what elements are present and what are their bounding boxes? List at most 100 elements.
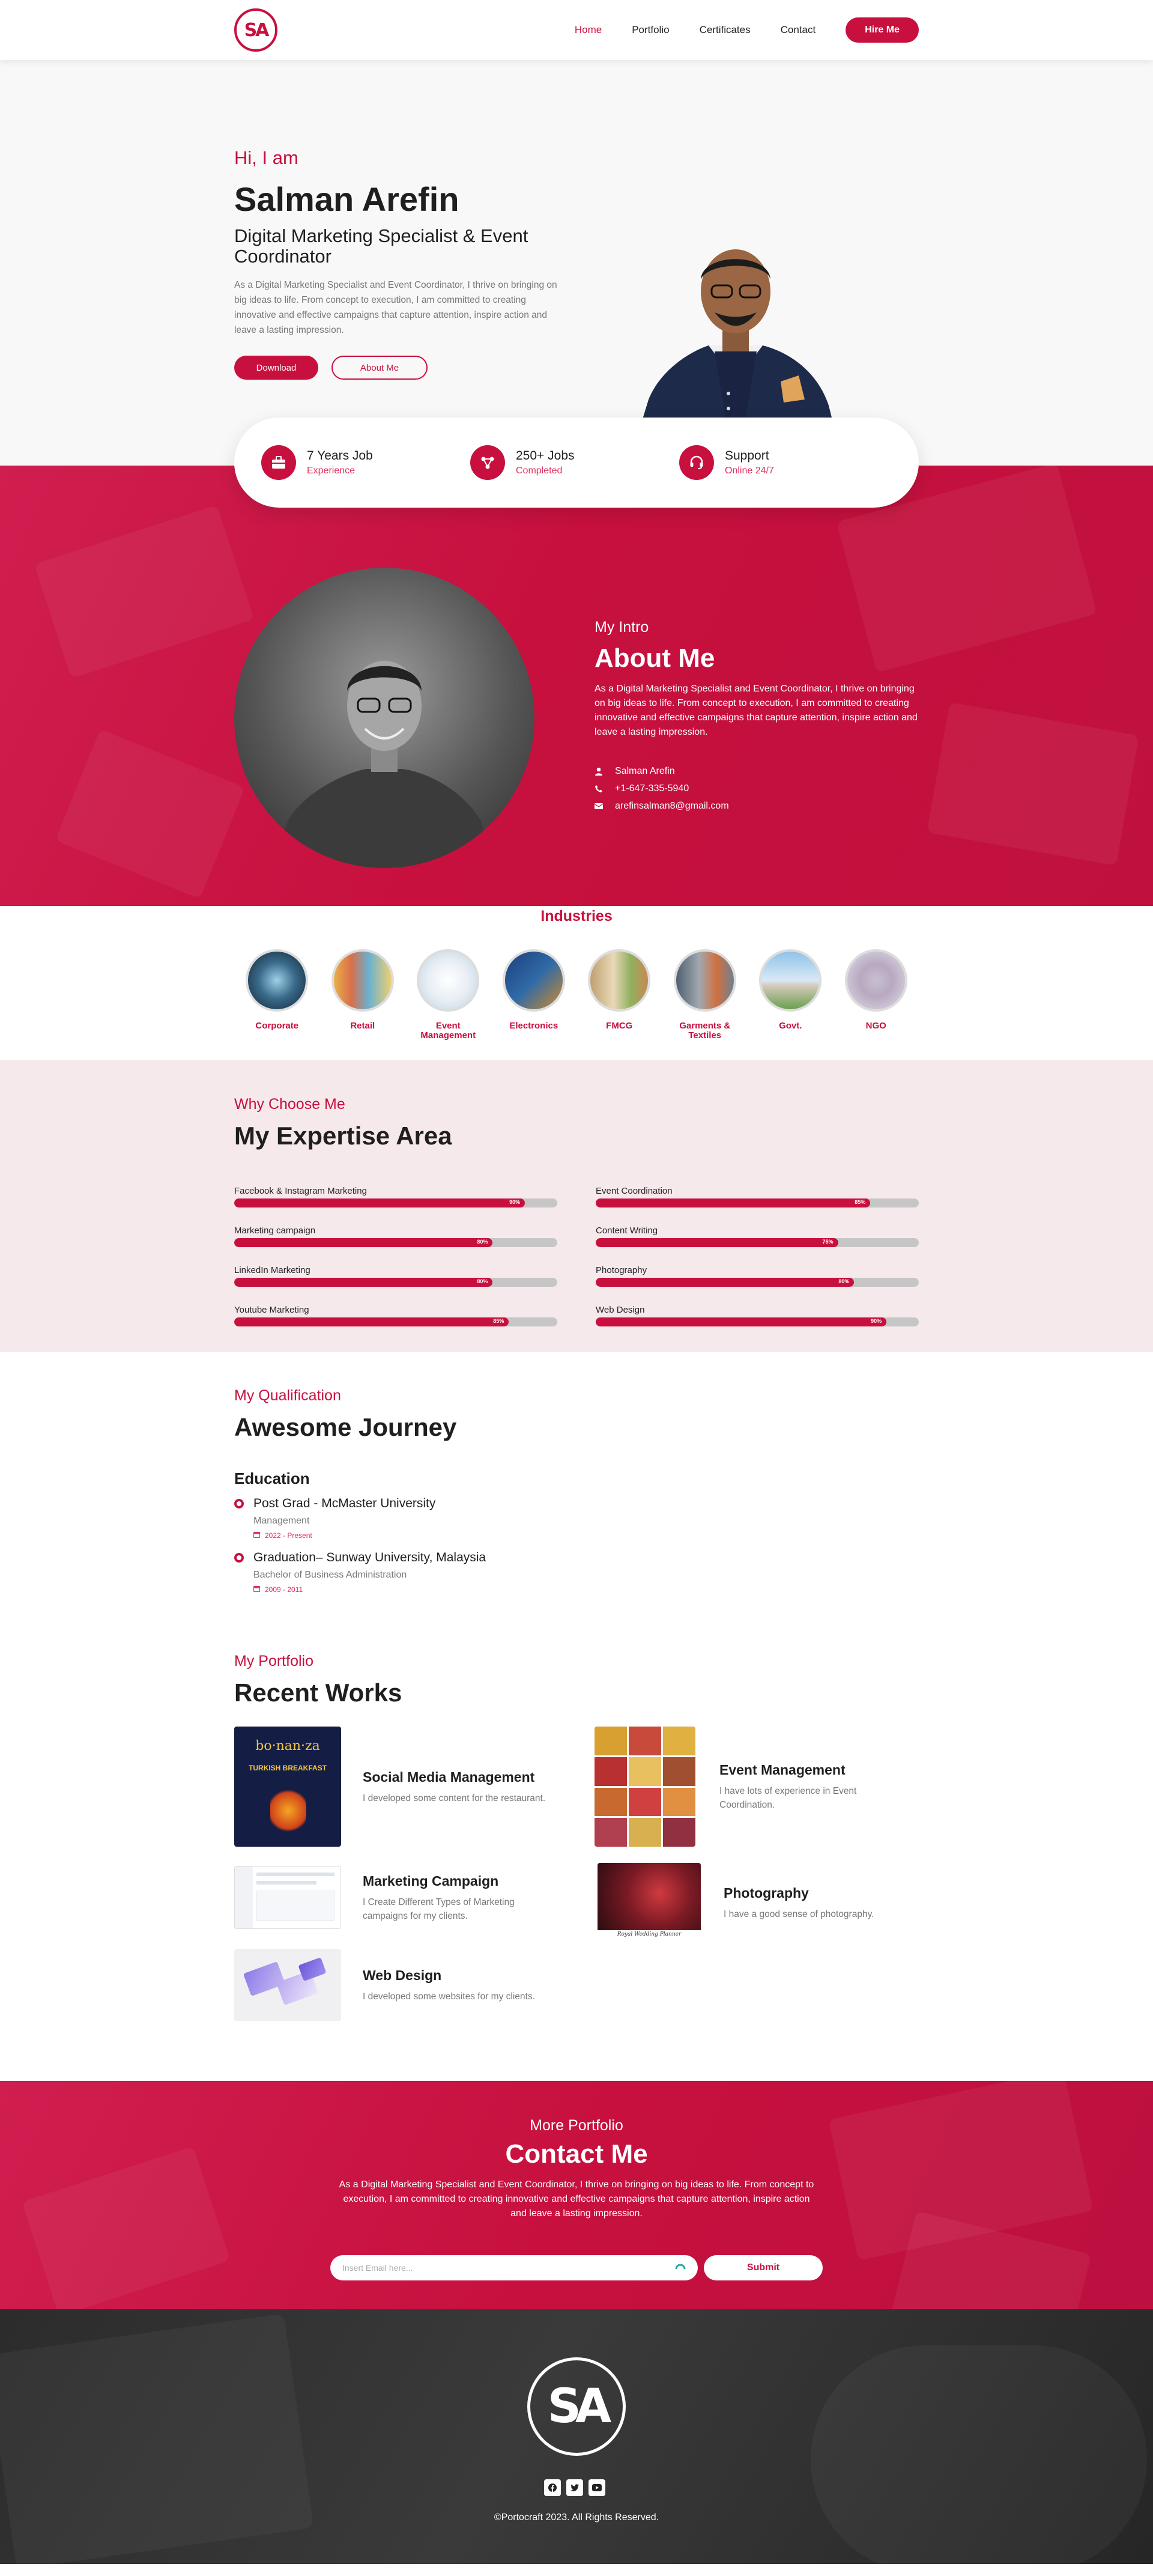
- hire-me-button[interactable]: Hire Me: [846, 17, 919, 43]
- background-shape: [22, 2146, 231, 2309]
- skill-name: Web Design: [596, 1305, 645, 1315]
- nav-portfolio-link[interactable]: Portfolio: [632, 24, 669, 36]
- submit-button[interactable]: Submit: [704, 2255, 823, 2280]
- industries-section: Industries Corporate Retail Event Manage…: [0, 906, 1153, 1060]
- work-social-media[interactable]: bo·nan·za TURKISH BREAKFAST Social Media…: [234, 1727, 549, 1847]
- about-email-row[interactable]: arefinsalman8@gmail.com: [595, 797, 919, 815]
- copyright-text: ©Portocraft 2023. All Rights Reserved.: [494, 2512, 659, 2523]
- nav-home-link[interactable]: Home: [575, 24, 602, 36]
- timeline-dot-icon: [234, 1553, 244, 1563]
- work-description: I have lots of experience in Event Coord…: [719, 1786, 857, 1810]
- skill-item: Web Design 90%: [596, 1305, 919, 1326]
- about-email: arefinsalman8@gmail.com: [615, 800, 729, 811]
- skill-item: LinkedIn Marketing 80%: [234, 1265, 557, 1287]
- skill-progress-fill: [596, 1238, 838, 1247]
- email-input[interactable]: Insert Email here...: [330, 2255, 698, 2280]
- top-nav: SA Home Portfolio Certificates Contact H…: [0, 0, 1153, 60]
- site-logo[interactable]: SA: [234, 8, 277, 52]
- briefcase-icon: [261, 445, 296, 480]
- skill-name: LinkedIn Marketing: [234, 1265, 310, 1275]
- hero-greeting: Hi, I am: [234, 147, 298, 168]
- contact-section: More Portfolio Contact Me As a Digital M…: [0, 2081, 1153, 2309]
- industry-label: Corporate: [255, 1021, 299, 1031]
- calendar-icon: [253, 1585, 261, 1594]
- industry-corporate[interactable]: Corporate: [234, 949, 320, 1040]
- industry-label: Electronics: [509, 1021, 558, 1031]
- hero-text: Hi, I am Salman Arefin Digital Marketing…: [234, 147, 570, 380]
- industry-govt[interactable]: Govt.: [748, 949, 834, 1040]
- work-description: I have a good sense of photography.: [724, 1909, 874, 1919]
- work-marketing-campaign[interactable]: Marketing Campaign I Create Different Ty…: [234, 1866, 549, 1929]
- industry-label: Garments & Textiles: [679, 1021, 731, 1040]
- calendar-icon: [253, 1531, 261, 1540]
- skill-progress-fill: [234, 1278, 493, 1287]
- skill-item: Youtube Marketing 85%: [234, 1305, 557, 1326]
- industries-title: Industries: [540, 908, 613, 925]
- work-title: Web Design: [363, 1967, 442, 1983]
- work-title: Photography: [724, 1885, 809, 1901]
- nav-contact-link[interactable]: Contact: [781, 24, 816, 36]
- industry-electronics[interactable]: Electronics: [491, 949, 577, 1040]
- education-subtitle: Management: [253, 1516, 310, 1526]
- industry-image: [331, 949, 394, 1012]
- work-description: I developed some content for the restaur…: [363, 1793, 546, 1803]
- journey-section: My Qualification Awesome Journey Educati…: [0, 1352, 1153, 1653]
- loading-spinner-icon: [675, 2262, 686, 2274]
- skill-item: Content Writing 75%: [596, 1226, 919, 1247]
- network-icon: [470, 445, 505, 480]
- industry-fmcg[interactable]: FMCG: [576, 949, 662, 1040]
- industry-garments-textiles[interactable]: Garments & Textiles: [662, 949, 748, 1040]
- hero-section: Hi, I am Salman Arefin Digital Marketing…: [0, 60, 1153, 478]
- work-thumbnail: bo·nan·za TURKISH BREAKFAST: [234, 1727, 341, 1847]
- work-web-design[interactable]: Web Design I developed some websites for…: [234, 1949, 549, 2021]
- portfolio-kicker: My Portfolio: [234, 1653, 313, 1669]
- skill-progress-bar: 90%: [596, 1317, 919, 1326]
- industry-label: Retail: [350, 1021, 375, 1031]
- about-name: Salman Arefin: [615, 765, 675, 776]
- background-shape: [811, 2345, 1147, 2564]
- stat-support: Support Online 24/7: [679, 445, 888, 480]
- skill-item: Photography 80%: [596, 1265, 919, 1287]
- stat-title: Support: [725, 449, 769, 463]
- industry-label: NGO: [865, 1021, 886, 1031]
- industry-retail[interactable]: Retail: [320, 949, 406, 1040]
- skill-progress-bar: 85%: [234, 1317, 557, 1326]
- industry-label: FMCG: [606, 1021, 633, 1031]
- nav-certificates-link[interactable]: Certificates: [700, 24, 751, 36]
- hero-name: Salman Arefin: [234, 180, 459, 218]
- footer-logo[interactable]: SA: [527, 2357, 626, 2456]
- work-title: Social Media Management: [363, 1769, 535, 1785]
- contact-kicker: More Portfolio: [530, 2117, 623, 2134]
- about-phone: +1-647-335-5940: [615, 783, 689, 794]
- about-me-button[interactable]: About Me: [331, 356, 428, 380]
- youtube-icon[interactable]: [589, 2479, 605, 2496]
- skill-name: Photography: [596, 1265, 647, 1275]
- industry-image: [417, 949, 480, 1012]
- stat-title: 7 Years Job: [307, 449, 373, 463]
- education-subtitle: Bachelor of Business Administration: [253, 1570, 407, 1580]
- download-button[interactable]: Download: [234, 356, 318, 380]
- about-name-row: Salman Arefin: [595, 762, 919, 780]
- skills-grid: Facebook & Instagram Marketing 90% Event C…: [234, 1186, 919, 1326]
- work-photography[interactable]: Royal Wedding Planner Photography I have…: [598, 1863, 916, 1942]
- education-title: Graduation– Sunway University, Malaysia: [253, 1551, 486, 1564]
- skill-progress-bar: 80%: [234, 1238, 557, 1247]
- education-heading: Education: [234, 1469, 310, 1487]
- skill-name: Youtube Marketing: [234, 1305, 309, 1315]
- facebook-icon[interactable]: [544, 2479, 561, 2496]
- twitter-icon[interactable]: [566, 2479, 583, 2496]
- background-shape: [55, 729, 245, 899]
- skill-name: Event Coordination: [596, 1186, 673, 1196]
- industry-image: [588, 949, 651, 1012]
- background-shape: [927, 702, 1139, 866]
- skill-progress-fill: [596, 1278, 855, 1287]
- about-phone-row[interactable]: +1-647-335-5940: [595, 780, 919, 797]
- industry-event-management[interactable]: Event Management: [405, 949, 491, 1040]
- skill-progress-fill: [234, 1317, 509, 1326]
- industry-ngo[interactable]: NGO: [834, 949, 919, 1040]
- work-event-management[interactable]: Event Management I have lots of experien…: [595, 1727, 912, 1847]
- work-title: Marketing Campaign: [363, 1873, 499, 1889]
- subscribe-form: Insert Email here... Submit: [330, 2255, 823, 2280]
- skill-progress-fill: [596, 1198, 871, 1208]
- skill-name: Marketing campaign: [234, 1226, 316, 1236]
